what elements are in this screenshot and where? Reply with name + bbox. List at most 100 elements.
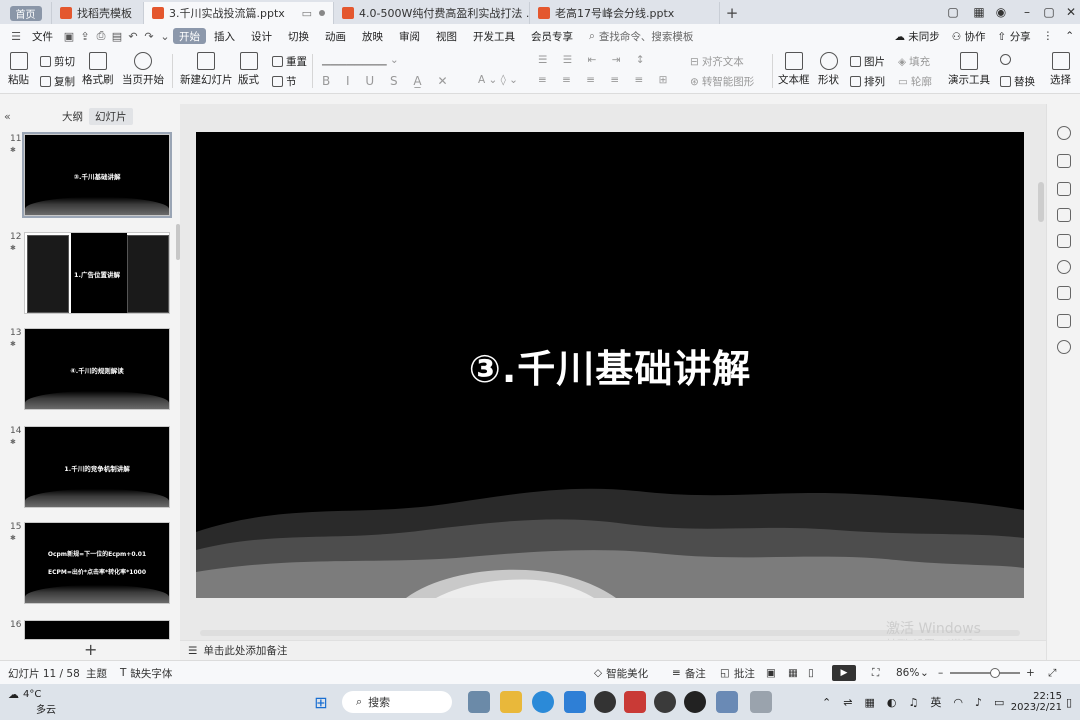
location-icon[interactable]: [1057, 260, 1071, 274]
select-button[interactable]: 选择: [1050, 52, 1071, 87]
cube-icon[interactable]: [1057, 314, 1071, 328]
notes-button[interactable]: ≡ 备注: [672, 661, 706, 685]
menu-member[interactable]: 会员专享: [523, 24, 581, 48]
fill-button[interactable]: ◈ 填充: [898, 54, 930, 69]
font-color-icon[interactable]: A ⌄ ◊ ⌄: [478, 74, 518, 86]
outline-button[interactable]: ▭ 轮廓: [898, 74, 932, 89]
volume-icon[interactable]: ♪: [975, 696, 982, 709]
replace-button[interactable]: 替换: [1000, 74, 1035, 89]
paste-button[interactable]: 粘贴: [8, 52, 29, 87]
format-painter-button[interactable]: 格式刷: [82, 52, 114, 87]
zoom-out-icon[interactable]: –: [938, 661, 943, 685]
menu-home[interactable]: 开始: [173, 28, 206, 44]
canvas-vertical-scrollbar[interactable]: [1038, 182, 1044, 222]
new-slide-button[interactable]: 新建幻灯片: [180, 52, 233, 87]
image-icon[interactable]: [1057, 234, 1071, 248]
monitor-icon[interactable]: ▭: [302, 7, 312, 20]
battery-icon[interactable]: ▭: [994, 696, 1004, 709]
zoom-in-icon[interactable]: +: [1026, 661, 1035, 685]
layout-icon[interactable]: ▢: [940, 0, 966, 24]
save-icon[interactable]: ▣: [61, 28, 77, 44]
book-icon[interactable]: [1057, 286, 1071, 300]
command-search[interactable]: ⌕ 查找命令、搜索模板: [589, 29, 693, 44]
notes-bar[interactable]: ☰ 单击此处添加备注: [180, 640, 1046, 660]
taskbar-app[interactable]: [620, 684, 650, 720]
menu-developer[interactable]: 开发工具: [465, 24, 523, 48]
undo-icon[interactable]: ↶: [125, 28, 141, 44]
slide-thumbnail[interactable]: 1.千川的竞争机制讲解: [24, 426, 170, 508]
taskbar-app[interactable]: [464, 684, 494, 720]
hamburger-icon[interactable]: ☰: [8, 28, 24, 44]
normal-view-icon[interactable]: ▣: [766, 661, 776, 685]
notification-icon[interactable]: ▯: [1066, 684, 1072, 720]
tab-current-file[interactable]: 3.千川实战投流篇.pptx ▭: [144, 2, 334, 24]
fullscreen-icon[interactable]: ⤢: [1048, 661, 1056, 685]
tab-file-laogao[interactable]: 老高17号峰会分线.pptx: [530, 2, 720, 24]
menu-slideshow[interactable]: 放映: [354, 24, 391, 48]
picture-button[interactable]: 图片: [850, 54, 885, 69]
chevron-up-icon[interactable]: ⌃: [822, 696, 831, 709]
menu-review[interactable]: 审阅: [391, 24, 428, 48]
weather-widget[interactable]: ☁ 4°C 多云: [8, 684, 68, 720]
add-slide-icon[interactable]: +: [84, 640, 97, 659]
find-button[interactable]: [1000, 54, 1011, 65]
collab-button[interactable]: ⚇ 协作: [952, 29, 986, 44]
chevron-down-icon[interactable]: ⌄: [157, 28, 173, 44]
font-name-select[interactable]: ▁▁▁▁▁▁▁▁ ⌄: [322, 54, 399, 66]
taskbar-app[interactable]: [590, 684, 620, 720]
slide-canvas[interactable]: ③.千川基础讲解: [196, 132, 1024, 598]
tab-file-4[interactable]: 4.0-500W纯付费高盈利实战打法 .: [334, 2, 530, 24]
properties-icon[interactable]: [1057, 154, 1071, 168]
taskbar-app[interactable]: [650, 684, 680, 720]
taskbar-app[interactable]: [680, 684, 710, 720]
zoom-slider[interactable]: [950, 661, 1020, 685]
layout-button[interactable]: 版式: [238, 52, 259, 87]
share-button[interactable]: ⇧ 分享: [998, 29, 1031, 44]
taskbar-app[interactable]: [712, 684, 742, 720]
shape-button[interactable]: 形状: [818, 52, 839, 87]
slide-thumbnail[interactable]: [24, 620, 170, 640]
slide-thumbnail[interactable]: Ocpm新规=下一位的Ecpm+0.01 ECPM=出价*点击率*转化率*100…: [24, 522, 170, 604]
menu-file[interactable]: 文件: [24, 24, 61, 48]
zoom-knob[interactable]: [990, 668, 1000, 678]
tray-app-icon[interactable]: ⇌: [843, 696, 852, 709]
menu-view[interactable]: 视图: [428, 24, 465, 48]
menu-insert[interactable]: 插入: [206, 24, 243, 48]
microphone-icon[interactable]: ♫: [908, 696, 918, 709]
menu-design[interactable]: 设计: [243, 24, 280, 48]
align-text-button[interactable]: ⊟ 对齐文本: [690, 54, 744, 69]
notes-toggle-icon[interactable]: ☰: [188, 645, 197, 657]
arrange-button[interactable]: 排列: [850, 74, 885, 89]
slide-thumbnail[interactable]: ④.千川的规则解读: [24, 328, 170, 410]
tab-slides[interactable]: 幻灯片: [89, 107, 133, 125]
collapse-panel-icon[interactable]: «: [4, 110, 18, 123]
smart-beautify-button[interactable]: ◇ 智能美化: [594, 661, 648, 685]
avatar[interactable]: ◉: [988, 0, 1014, 24]
new-tab-button[interactable]: +: [720, 2, 744, 24]
taskbar-app[interactable]: [746, 684, 776, 720]
textbox-button[interactable]: 文本框: [778, 52, 810, 87]
print-icon[interactable]: ⎙: [93, 28, 109, 44]
redo-icon[interactable]: ↷: [141, 28, 157, 44]
tray-app-icon[interactable]: ▦: [864, 696, 874, 709]
play-current-button[interactable]: 当页开始: [122, 52, 164, 87]
reading-view-icon[interactable]: ▯: [808, 661, 814, 685]
template-icon[interactable]: [1057, 208, 1071, 222]
slide-thumbnail-row[interactable]: 16: [0, 620, 180, 640]
taskbar-search[interactable]: ⌕ 搜索: [342, 691, 452, 713]
clock[interactable]: 22:15 2023/2/21: [1011, 684, 1062, 720]
list-buttons[interactable]: ☰ ☰ ⇤ ⇥ ↕: [538, 54, 651, 66]
theme-label[interactable]: 主题: [86, 661, 107, 685]
select-pane-icon[interactable]: [1057, 182, 1071, 196]
wifi-icon[interactable]: ◠: [953, 696, 963, 709]
sync-status[interactable]: ☁ 未同步: [894, 29, 939, 44]
chevron-up-icon[interactable]: ⌃: [1065, 30, 1074, 42]
menu-animation[interactable]: 动画: [317, 24, 354, 48]
slide-thumbnail[interactable]: 1.广告位置讲解: [24, 232, 170, 314]
taskbar-app[interactable]: [528, 684, 558, 720]
play-slideshow-button[interactable]: ▶: [832, 661, 856, 685]
section-button[interactable]: 节: [272, 74, 297, 89]
tray-app-icon[interactable]: ◐: [887, 696, 897, 709]
align-buttons[interactable]: ≡ ≡ ≡ ≡ ≡ ⊞: [538, 74, 673, 86]
animation-icon[interactable]: [1057, 126, 1071, 140]
